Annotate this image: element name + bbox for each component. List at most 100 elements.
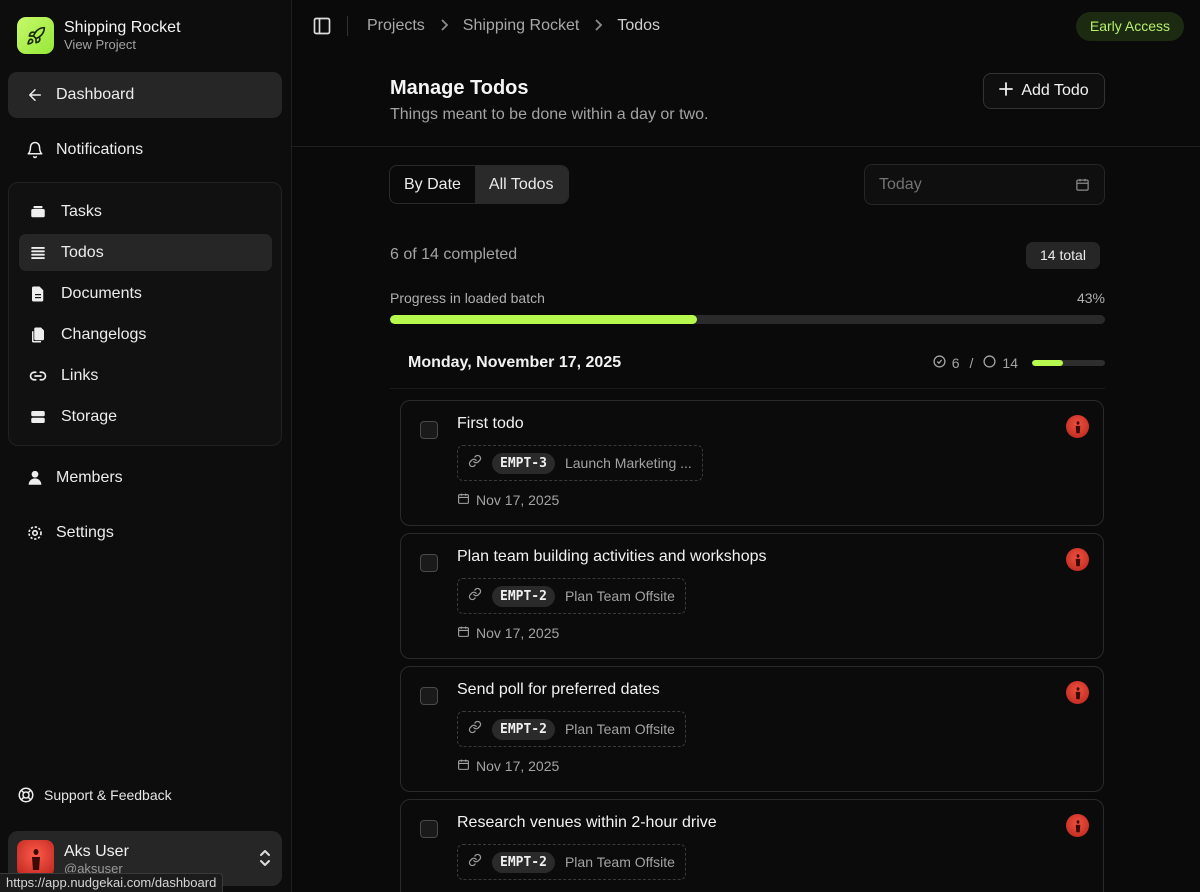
group-divider — [390, 388, 1105, 389]
rocket-logo-icon — [17, 17, 54, 54]
link-icon — [468, 853, 482, 872]
todo-card[interactable]: Research venues within 2-hour drive EMPT… — [400, 799, 1104, 892]
sidebar-item-label: Todos — [61, 243, 104, 261]
todo-checkbox[interactable] — [420, 421, 438, 439]
sidebar-item-label: Changelogs — [61, 325, 147, 343]
early-access-badge: Early Access — [1075, 12, 1184, 41]
progress-percent: 43% — [1076, 290, 1105, 306]
assignee-avatar[interactable] — [1066, 814, 1089, 837]
nav-dashboard-label: Dashboard — [56, 86, 135, 103]
nav-settings[interactable]: Settings — [8, 510, 282, 556]
total-badge: 14 total — [1026, 242, 1100, 269]
project-header[interactable]: Shipping Rocket View Project — [17, 17, 181, 54]
tab-by-date[interactable]: By Date — [390, 166, 475, 203]
tasks-icon — [29, 203, 47, 221]
todo-title: Plan team building activities and worksh… — [457, 548, 767, 565]
gear-icon — [26, 524, 44, 542]
chevrons-up-down-icon — [258, 849, 272, 872]
lifebuoy-icon — [17, 786, 35, 804]
progress-bar — [390, 315, 1105, 324]
nav-notifications-label: Notifications — [56, 141, 144, 158]
sidebar-item-todos[interactable]: Todos — [19, 234, 272, 271]
support-feedback-link[interactable]: Support & Feedback — [17, 786, 172, 804]
todo-card[interactable]: Plan team building activities and worksh… — [400, 533, 1104, 659]
topbar-separator — [347, 16, 348, 36]
assignee-avatar[interactable] — [1066, 415, 1089, 438]
linked-task-chip[interactable]: EMPT-2 Plan Team Offsite — [457, 578, 686, 614]
check-circle-icon — [933, 355, 946, 371]
document-icon — [29, 285, 47, 303]
project-subtitle[interactable]: View Project — [64, 37, 181, 53]
link-icon — [468, 720, 482, 739]
topbar: Projects Shipping Rocket Todos Early Acc… — [292, 0, 1200, 54]
todo-card[interactable]: First todo EMPT-3 Launch Marketing ... N… — [400, 400, 1104, 526]
page-subtitle: Things meant to be done within a day or … — [390, 106, 709, 123]
avatar — [17, 840, 54, 877]
add-todo-button[interactable]: Add Todo — [983, 73, 1105, 109]
group-total-count: 14 — [1002, 355, 1018, 371]
header-divider — [292, 146, 1200, 147]
group-progress-bar — [1032, 360, 1105, 366]
user-icon — [26, 469, 44, 487]
sidebar-item-label: Storage — [61, 407, 118, 425]
changelog-icon — [29, 326, 47, 344]
breadcrumb: Projects Shipping Rocket Todos — [367, 17, 660, 35]
group-stats-separator: / — [969, 355, 974, 371]
date-picker-placeholder: Today — [879, 175, 922, 193]
ticket-title: Plan Team Offsite — [564, 854, 675, 870]
ticket-id: EMPT-3 — [492, 452, 555, 474]
assignee-avatar[interactable] — [1066, 548, 1089, 571]
chevron-right-icon — [439, 18, 449, 34]
group-stats: 6 / 14 — [933, 355, 1105, 371]
linked-task-chip[interactable]: EMPT-2 Plan Team Offsite — [457, 711, 686, 747]
todo-title: Research venues within 2-hour drive — [457, 814, 717, 831]
nav-notifications[interactable]: Notifications — [8, 127, 282, 173]
sidebar-item-label: Links — [61, 366, 99, 384]
breadcrumb-project[interactable]: Shipping Rocket — [463, 17, 580, 35]
todo-date: Nov 17, 2025 — [457, 625, 559, 641]
breadcrumb-projects[interactable]: Projects — [367, 17, 425, 35]
assignee-avatar[interactable] — [1066, 681, 1089, 704]
todo-checkbox[interactable] — [420, 687, 438, 705]
sidebar-item-label: Documents — [61, 284, 142, 302]
plus-icon — [999, 81, 1014, 101]
ticket-title: Plan Team Offsite — [564, 588, 675, 604]
tab-all-todos[interactable]: All Todos — [474, 166, 568, 203]
arrow-left-icon — [26, 86, 44, 104]
todo-date-text: Nov 17, 2025 — [476, 758, 560, 774]
sidebar-item-changelogs[interactable]: Changelogs — [19, 316, 272, 353]
linked-task-chip[interactable]: EMPT-3 Launch Marketing ... — [457, 445, 703, 481]
nav-members[interactable]: Members — [8, 455, 282, 501]
nav-dashboard[interactable]: Dashboard — [8, 72, 282, 118]
completed-summary: 6 of 14 completed — [390, 246, 518, 263]
add-todo-label: Add Todo — [1021, 82, 1089, 99]
todo-title: Send poll for preferred dates — [457, 681, 660, 698]
date-picker[interactable]: Today — [864, 164, 1105, 205]
project-nav-group: Tasks Todos Documents Changelogs Links S… — [8, 182, 282, 446]
sidebar-item-label: Tasks — [61, 202, 102, 220]
calendar-icon — [457, 625, 470, 641]
nav-settings-label: Settings — [56, 524, 114, 541]
view-toggle: By Date All Todos — [389, 165, 569, 204]
ticket-title: Launch Marketing ... — [564, 455, 692, 471]
sidebar-item-documents[interactable]: Documents — [19, 275, 272, 312]
user-name: Aks User — [64, 842, 129, 860]
todo-card[interactable]: Send poll for preferred dates EMPT-2 Pla… — [400, 666, 1104, 792]
sidebar-item-tasks[interactable]: Tasks — [19, 193, 272, 230]
circle-icon — [983, 355, 996, 371]
storage-icon — [29, 408, 47, 426]
linked-task-chip[interactable]: EMPT-2 Plan Team Offsite — [457, 844, 686, 880]
calendar-icon — [457, 758, 470, 774]
todo-checkbox[interactable] — [420, 820, 438, 838]
project-name: Shipping Rocket — [64, 19, 181, 36]
todo-checkbox[interactable] — [420, 554, 438, 572]
support-label: Support & Feedback — [44, 787, 172, 803]
sidebar-toggle-icon[interactable] — [312, 16, 332, 36]
link-icon — [468, 454, 482, 473]
link-icon — [29, 367, 47, 385]
link-icon — [468, 587, 482, 606]
calendar-icon — [457, 492, 470, 508]
sidebar-item-storage[interactable]: Storage — [19, 398, 272, 435]
sidebar-item-links[interactable]: Links — [19, 357, 272, 394]
page-title: Manage Todos — [390, 77, 529, 99]
